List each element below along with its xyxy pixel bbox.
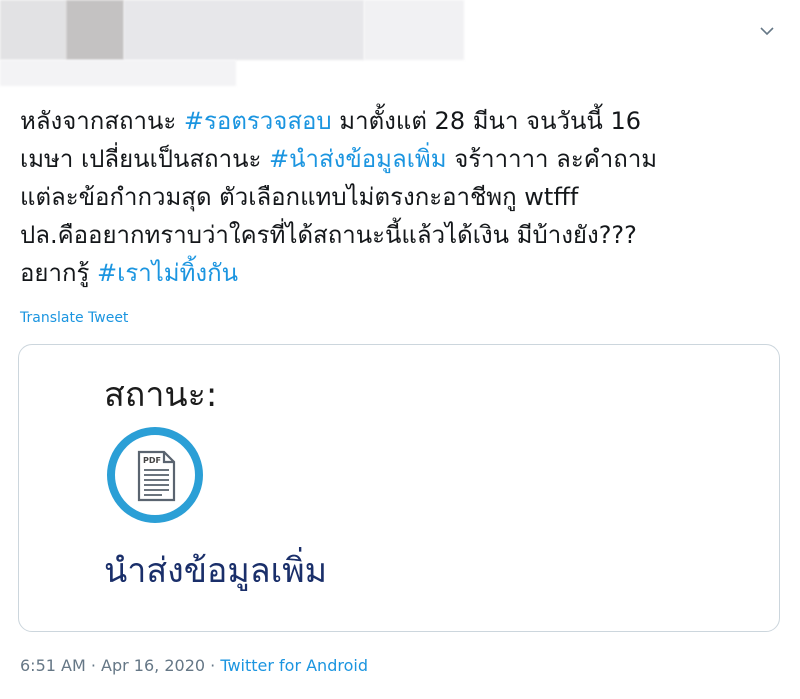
blurred-handle xyxy=(364,0,464,60)
blurred-avatar-part xyxy=(66,0,124,60)
tweet-source-link[interactable]: Twitter for Android xyxy=(220,656,368,675)
chevron-down-icon[interactable] xyxy=(756,20,778,42)
tweet-header xyxy=(0,0,800,88)
translate-tweet-link[interactable]: Translate Tweet xyxy=(20,310,128,326)
pdf-icon-label: PDF xyxy=(143,456,161,465)
card-status-text: นำส่งข้อมูลเพิ่ม xyxy=(104,551,328,591)
meta-separator: · xyxy=(85,656,102,675)
meta-separator: · xyxy=(205,656,221,675)
tweet-date[interactable]: Apr 16, 2020 xyxy=(101,656,205,675)
blurred-handle-secondary xyxy=(0,60,236,86)
tweet-text: หลังจากสถานะ #รอตรวจสอบ มาตั้งแต่ 28 มีน… xyxy=(20,102,780,292)
media-card[interactable]: สถานะ: PDF นำส่งข้อมูลเพิ่ม xyxy=(18,344,780,632)
blurred-username xyxy=(124,0,364,60)
pdf-document-icon: PDF xyxy=(106,426,204,524)
card-title: สถานะ: xyxy=(104,375,218,415)
hashtag-link[interactable]: #นำส่งข้อมูลเพิ่ม xyxy=(269,145,447,173)
hashtag-link[interactable]: #รอตรวจสอบ xyxy=(184,107,332,135)
hashtag-link[interactable]: #เราไม่ทิ้งกัน xyxy=(97,259,238,287)
tweet-metadata: 6:51 AM · Apr 16, 2020 · Twitter for And… xyxy=(20,656,368,675)
tweet-text-segment: หลังจากสถานะ xyxy=(20,107,184,135)
blurred-avatar xyxy=(0,0,66,60)
tweet-time[interactable]: 6:51 AM xyxy=(20,656,86,675)
